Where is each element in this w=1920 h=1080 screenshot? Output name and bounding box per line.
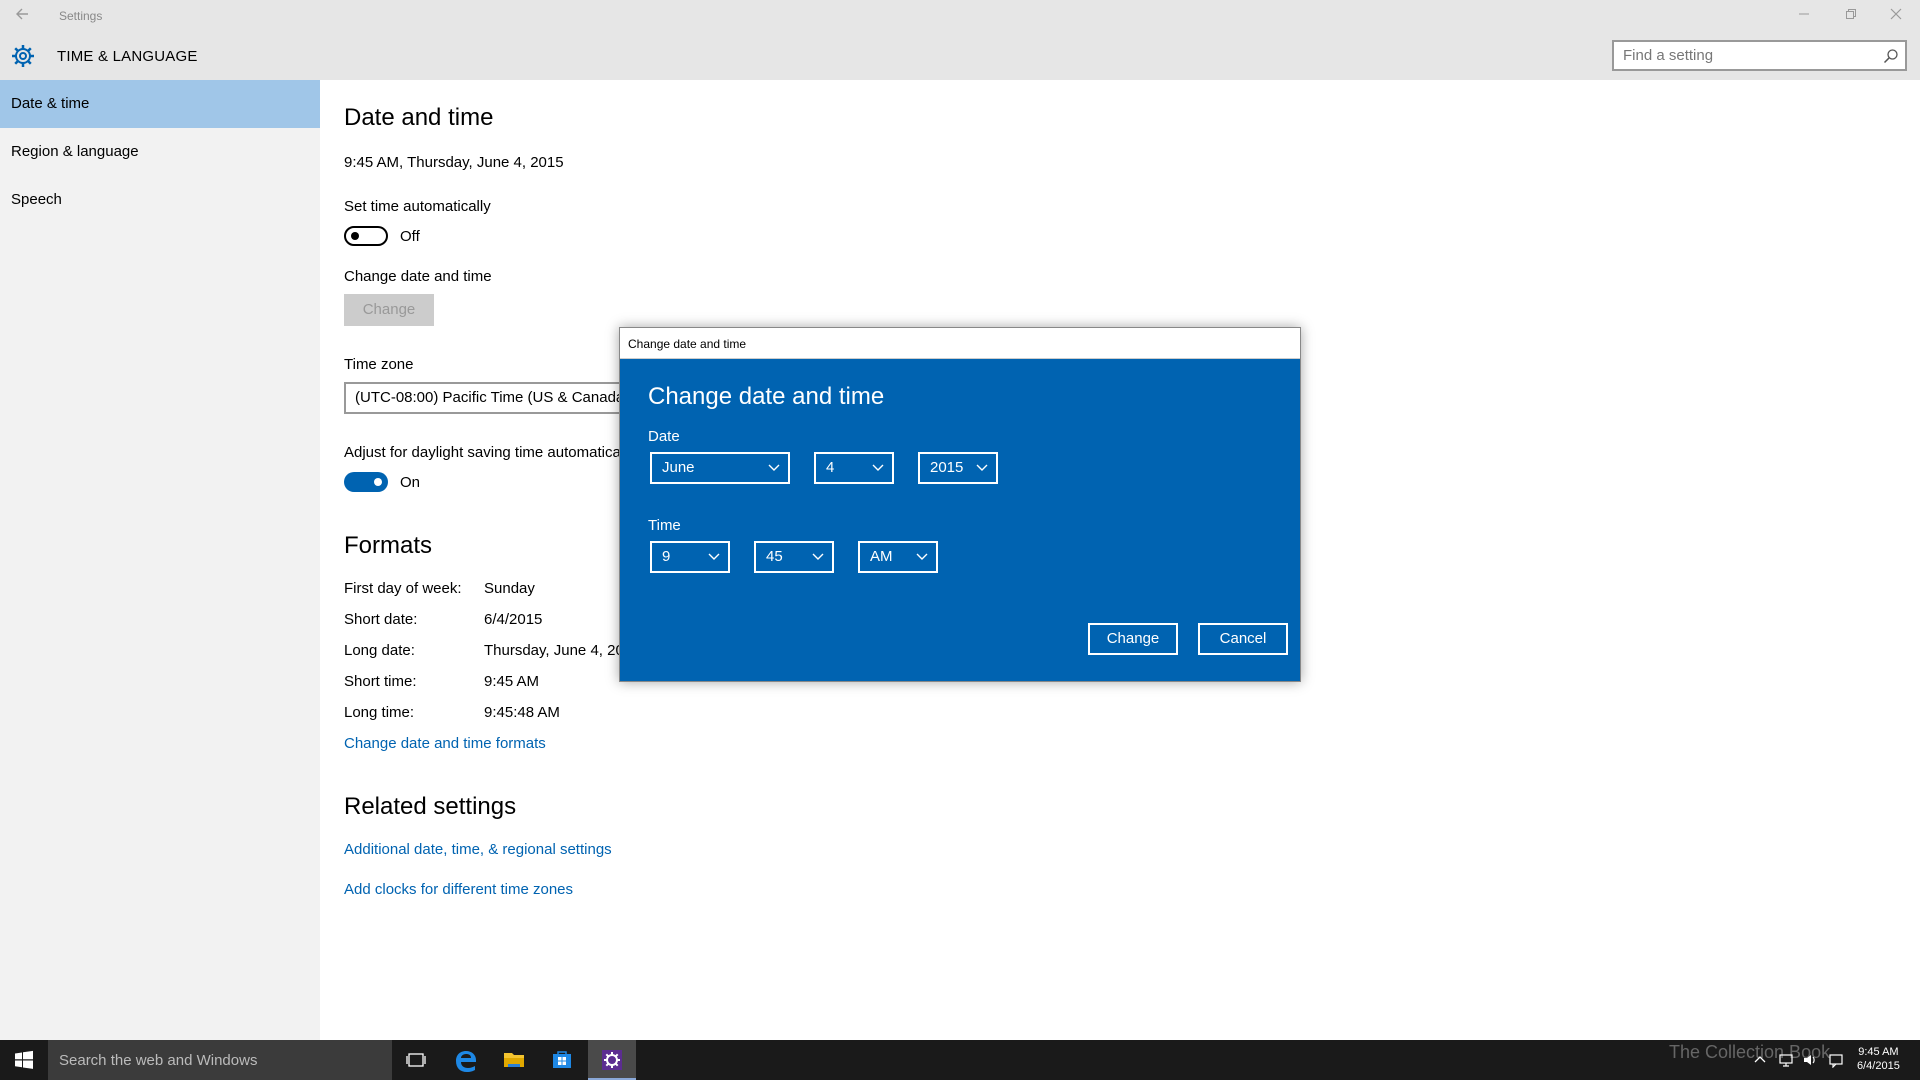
restore-icon <box>1846 9 1856 19</box>
year-dropdown[interactable]: 2015 <box>918 452 998 484</box>
time-zone-label: Time zone <box>344 356 414 373</box>
toggle-knob <box>351 232 359 240</box>
dst-label: Adjust for daylight saving time automati… <box>344 444 620 461</box>
gear-icon <box>12 45 34 67</box>
close-button[interactable] <box>1886 6 1906 26</box>
chevron-down-icon <box>708 553 720 560</box>
change-date-time-label: Change date and time <box>344 268 492 285</box>
chevron-down-icon <box>976 464 988 471</box>
set-time-auto-toggle[interactable] <box>344 226 388 246</box>
taskbar-clock[interactable]: 9:45 AM 6/4/2015 <box>1857 1045 1900 1073</box>
clock-time: 9:45 AM <box>1858 1046 1899 1058</box>
chevron-down-icon <box>812 553 824 560</box>
date-label: Date <box>648 428 680 445</box>
search-input[interactable] <box>1614 42 1864 69</box>
edge-button[interactable] <box>442 1040 490 1080</box>
format-value: 9:45 AM <box>484 673 540 690</box>
format-value: Sunday <box>484 580 535 597</box>
dialog-window-title: Change date and time <box>628 337 747 351</box>
format-label: First day of week: <box>344 580 462 597</box>
month-dropdown[interactable]: June <box>650 452 790 484</box>
settings-icon <box>602 1050 622 1070</box>
hour-value: 9 <box>662 548 671 565</box>
file-explorer-icon <box>504 1053 524 1067</box>
restore-button[interactable] <box>1841 6 1861 26</box>
store-button[interactable] <box>538 1040 586 1080</box>
set-time-auto-state: Off <box>400 228 420 245</box>
dialog-heading: Change date and time <box>648 383 885 410</box>
format-value: 6/4/2015 <box>484 611 543 628</box>
app-title: Settings <box>59 9 103 23</box>
back-arrow-icon <box>16 8 28 20</box>
dst-toggle[interactable] <box>344 472 388 492</box>
format-label: Long date: <box>344 642 415 659</box>
day-value: 4 <box>826 459 835 476</box>
search-icon[interactable] <box>1883 48 1899 64</box>
format-value: 9:45:48 AM <box>484 704 560 721</box>
close-icon <box>1890 8 1902 20</box>
set-time-auto-label: Set time automatically <box>344 198 491 215</box>
settings-taskbar-button[interactable] <box>588 1040 636 1080</box>
time-zone-select[interactable]: (UTC-08:00) Pacific Time (US & Canada) <box>344 382 664 414</box>
format-label: Short time: <box>344 673 417 690</box>
taskbar-search-placeholder: Search the web and Windows <box>59 1052 258 1069</box>
minute-value: 45 <box>766 548 783 565</box>
dialog-cancel-button[interactable]: Cancel <box>1198 623 1288 655</box>
task-view-icon <box>406 1053 426 1067</box>
title-bar: Settings <box>0 0 1920 31</box>
edge-icon <box>456 1051 476 1072</box>
month-value: June <box>662 459 695 476</box>
chevron-down-icon <box>768 464 780 471</box>
sidebar: Date & time Region & language Speech <box>0 80 320 1040</box>
chevron-down-icon <box>872 464 884 471</box>
additional-settings-link[interactable]: Additional date, time, & regional settin… <box>344 841 612 858</box>
back-button[interactable] <box>14 6 34 26</box>
minimize-button[interactable] <box>1794 6 1814 26</box>
ampm-value: AM <box>870 548 893 565</box>
day-dropdown[interactable]: 4 <box>814 452 894 484</box>
related-settings-title: Related settings <box>344 793 517 820</box>
page-title: Date and time <box>344 104 494 131</box>
sidebar-item-region-language[interactable]: Region & language <box>0 128 320 176</box>
dst-state: On <box>400 474 421 491</box>
find-setting-search[interactable] <box>1612 40 1907 71</box>
sidebar-item-speech[interactable]: Speech <box>0 176 320 224</box>
change-button-disabled[interactable]: Change <box>344 294 434 326</box>
clock-date: 6/4/2015 <box>1857 1060 1900 1072</box>
time-label: Time <box>648 517 681 534</box>
action-center-icon[interactable] <box>1828 1052 1844 1068</box>
file-explorer-button[interactable] <box>490 1040 538 1080</box>
hour-dropdown[interactable]: 9 <box>650 541 730 573</box>
volume-icon[interactable] <box>1802 1052 1818 1068</box>
format-value: Thursday, June 4, 2015 <box>484 642 619 659</box>
network-icon[interactable] <box>1778 1052 1794 1068</box>
formats-title: Formats <box>344 532 433 559</box>
dialog-title-bar: Change date and time <box>620 328 1300 359</box>
windows-logo-icon <box>15 1050 33 1069</box>
chevron-up-icon[interactable] <box>1752 1052 1768 1068</box>
toggle-knob <box>374 478 382 486</box>
start-button[interactable] <box>0 1040 48 1080</box>
year-value: 2015 <box>930 459 964 476</box>
current-datetime: 9:45 AM, Thursday, June 4, 2015 <box>344 154 564 171</box>
minimize-icon <box>1799 13 1809 15</box>
task-view-button[interactable] <box>392 1040 440 1080</box>
sidebar-item-date-time[interactable]: Date & time <box>0 80 320 128</box>
taskbar: Search the web and Windows The Collectio… <box>0 1040 1920 1080</box>
add-clocks-link[interactable]: Add clocks for different time zones <box>344 881 573 898</box>
section-title: TIME & LANGUAGE <box>57 48 198 65</box>
chevron-down-icon <box>916 553 928 560</box>
ampm-dropdown[interactable]: AM <box>858 541 938 573</box>
change-date-time-dialog: Change date and time Change date and tim… <box>619 327 1301 682</box>
store-icon <box>553 1051 571 1068</box>
format-label: Short date: <box>344 611 418 628</box>
settings-header: TIME & LANGUAGE <box>0 31 1920 80</box>
change-formats-link[interactable]: Change date and time formats <box>344 735 546 752</box>
format-label: Long time: <box>344 704 415 721</box>
minute-dropdown[interactable]: 45 <box>754 541 834 573</box>
dialog-change-button[interactable]: Change <box>1088 623 1178 655</box>
taskbar-search[interactable]: Search the web and Windows <box>48 1040 392 1080</box>
